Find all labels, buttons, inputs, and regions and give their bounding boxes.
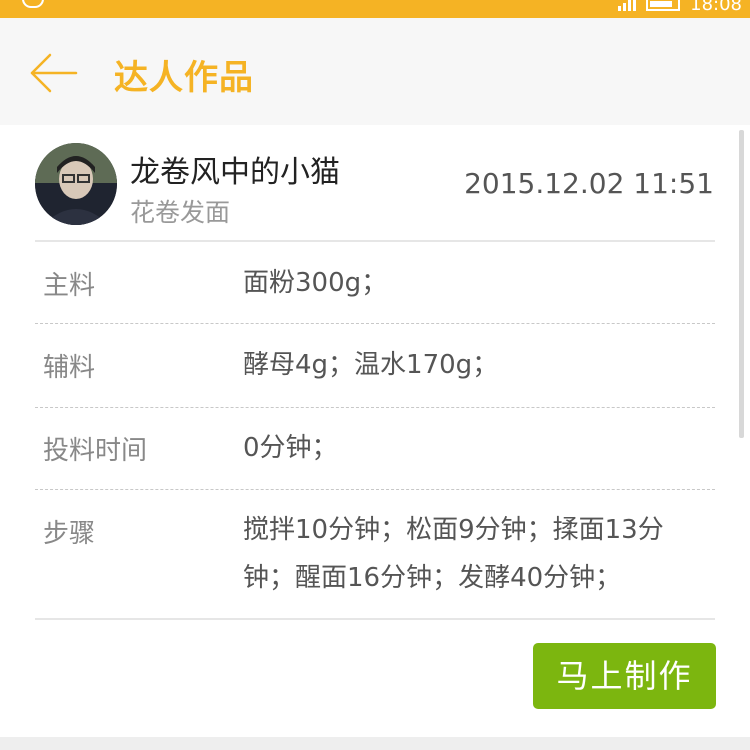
status-bar: 18:08 — [0, 0, 750, 18]
arrow-left-icon — [30, 53, 78, 93]
page-title: 达人作品 — [114, 58, 254, 98]
notification-icon — [22, 0, 44, 8]
divider — [35, 489, 715, 490]
status-time: 18:08 — [690, 0, 742, 15]
detail-value-auxiliary: 酵母4g；温水170g； — [243, 350, 499, 380]
app-header: 达人作品 — [0, 18, 750, 125]
recipe-name: 花卷发面 — [130, 198, 231, 227]
post-timestamp: 2015.12.02 11:51 — [464, 167, 714, 200]
divider — [35, 323, 715, 324]
avatar-image — [35, 143, 117, 225]
status-icons: 18:08 — [618, 0, 742, 15]
detail-label-steps: 步骤 — [43, 519, 96, 549]
divider — [35, 618, 715, 620]
avatar[interactable] — [35, 143, 117, 225]
detail-value-steps: 搅拌10分钟；松面9分钟；揉面13分钟；醒面16分钟；发酵40分钟； — [243, 515, 664, 593]
detail-label-feed-time: 投料时间 — [43, 436, 148, 466]
user-name[interactable]: 龙卷风中的小猫 — [130, 147, 340, 191]
make-now-button[interactable]: 马上制作 — [533, 643, 716, 709]
scrollbar[interactable] — [739, 130, 744, 438]
divider — [35, 240, 715, 242]
detail-label-auxiliary: 辅料 — [43, 353, 96, 383]
signal-icon — [618, 0, 637, 11]
divider — [35, 407, 715, 408]
back-button[interactable] — [26, 48, 80, 98]
detail-label-main: 主料 — [43, 271, 96, 301]
battery-icon — [646, 0, 681, 11]
detail-value-feed-time: 0分钟； — [243, 433, 338, 463]
detail-value-main: 面粉300g； — [243, 268, 388, 298]
bottom-strip — [0, 737, 750, 750]
recipe-card: 龙卷风中的小猫 花卷发面 2015.12.02 11:51 主料 面粉300g；… — [0, 125, 750, 737]
